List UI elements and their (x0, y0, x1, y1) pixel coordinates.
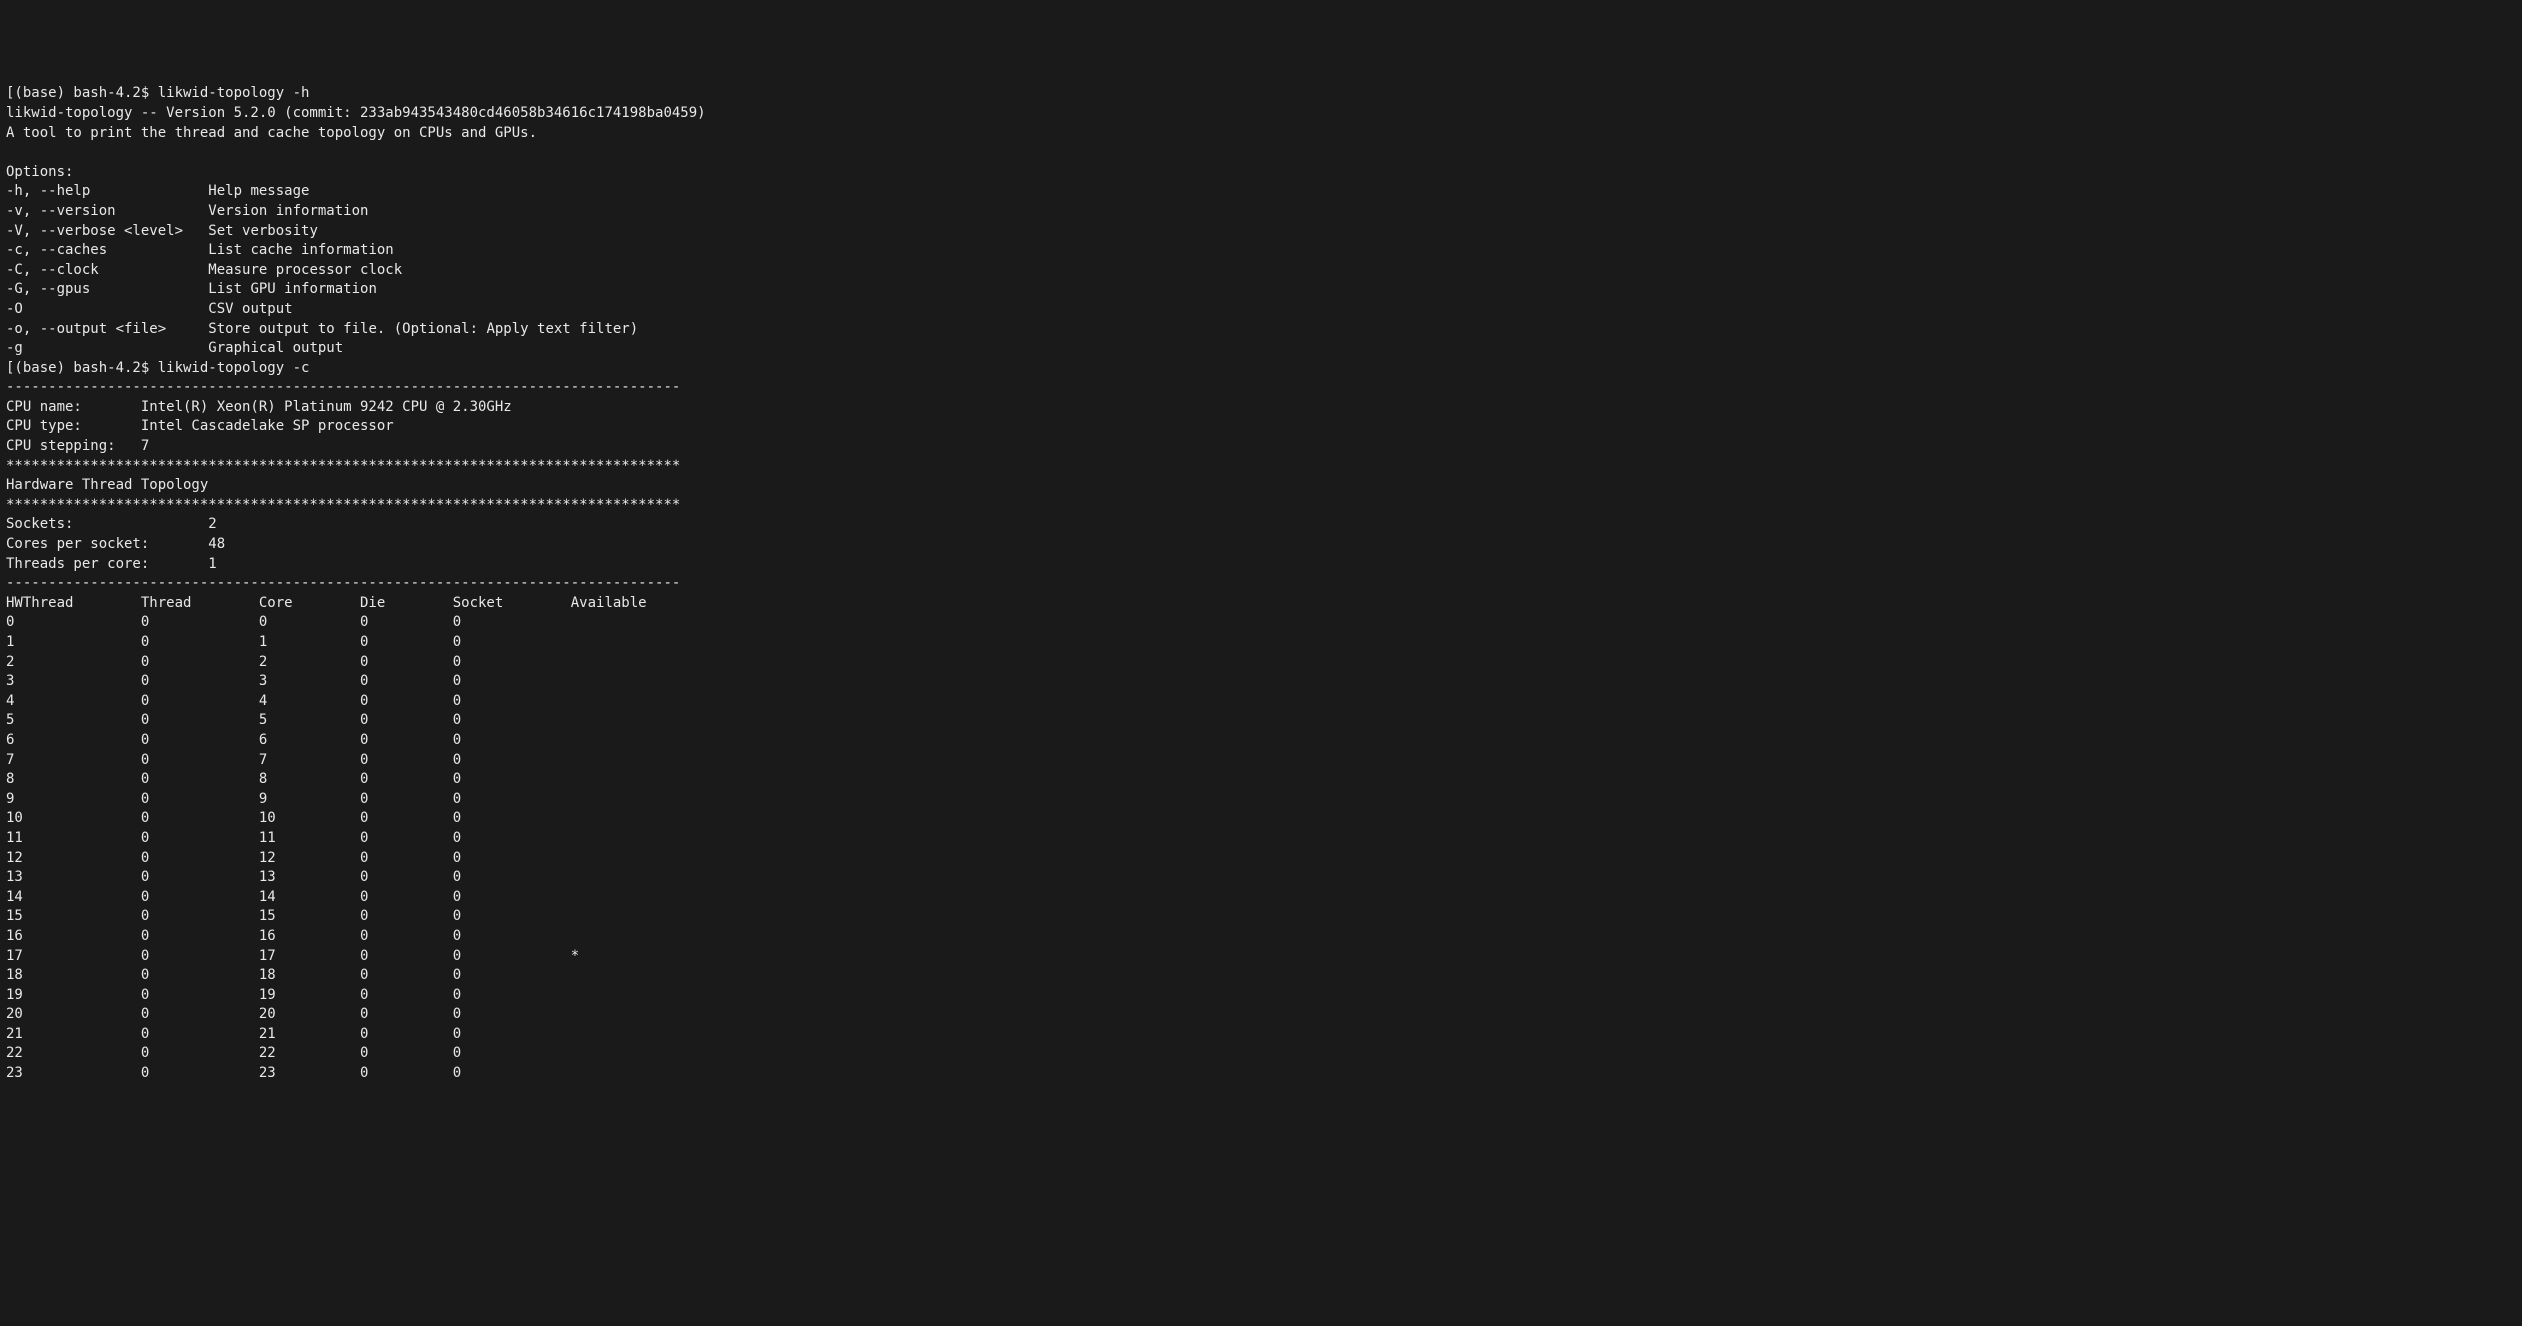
prompt-line-1: [(base) bash-4.2$ likwid-topology -h (6, 85, 309, 101)
version-line: likwid-topology -- Version 5.2.0 (commit… (6, 105, 706, 121)
section-header: Hardware Thread Topology (6, 477, 208, 493)
socket-info-line: Threads per core: 1 (6, 556, 217, 572)
prompt-line-2: [(base) bash-4.2$ likwid-topology -c (6, 360, 309, 376)
description-line: A tool to print the thread and cache top… (6, 125, 537, 141)
stars-line: ****************************************… (6, 458, 680, 474)
option-line: -V, --verbose <level> Set verbosity (6, 223, 318, 239)
option-line: -h, --help Help message (6, 183, 309, 199)
cpu-info-line: CPU name: Intel(R) Xeon(R) Platinum 9242… (6, 399, 512, 415)
divider-line: ----------------------------------------… (6, 379, 680, 395)
cpu-info-line: CPU stepping: 7 (6, 438, 149, 454)
option-line: -O CSV output (6, 301, 293, 317)
option-line: -g Graphical output (6, 340, 343, 356)
options-header: Options: (6, 164, 73, 180)
table-header-row: HWThread Thread Core Die Socket Availabl… (6, 595, 655, 611)
option-line: -o, --output <file> Store output to file… (6, 321, 638, 337)
option-line: -G, --gpus List GPU information (6, 281, 377, 297)
socket-info-line: Sockets: 2 (6, 516, 217, 532)
option-line: -v, --version Version information (6, 203, 368, 219)
terminal-output[interactable]: [(base) bash-4.2$ likwid-topology -h lik… (6, 84, 2516, 1083)
stars-line: ****************************************… (6, 497, 680, 513)
option-line: -C, --clock Measure processor clock (6, 262, 402, 278)
socket-info-line: Cores per socket: 48 (6, 536, 225, 552)
cpu-info-line: CPU type: Intel Cascadelake SP processor (6, 418, 394, 434)
option-line: -c, --caches List cache information (6, 242, 394, 258)
divider-line: ----------------------------------------… (6, 575, 680, 591)
